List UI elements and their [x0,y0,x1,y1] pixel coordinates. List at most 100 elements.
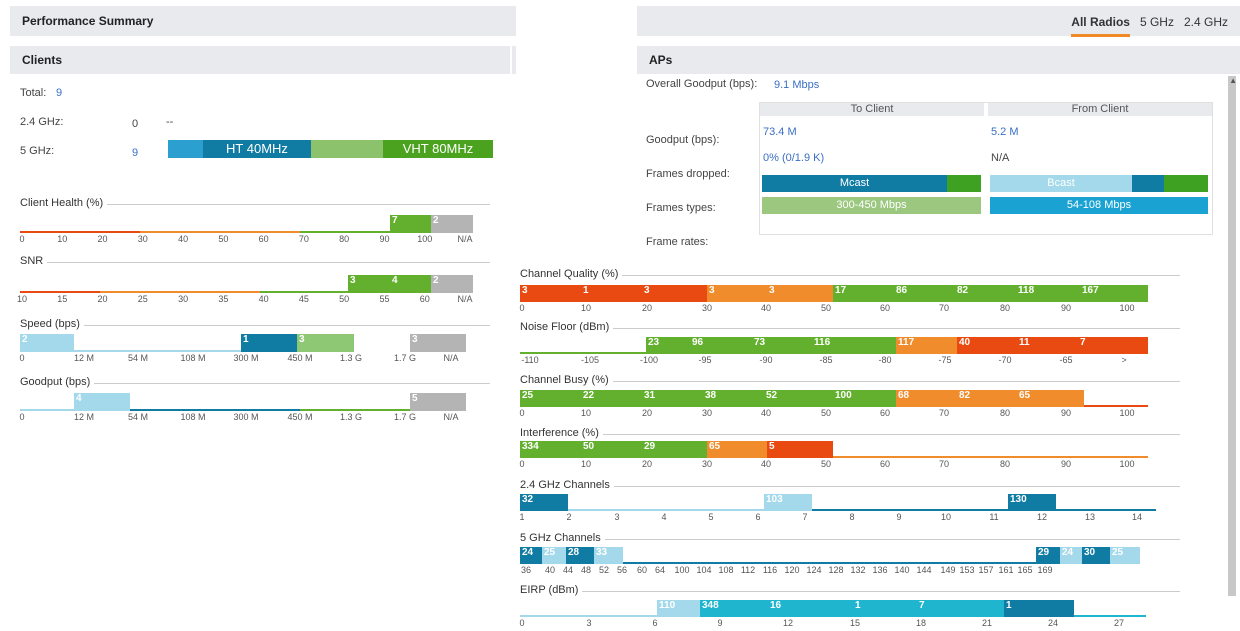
goodput-chart-segment[interactable]: 5 [410,393,466,411]
busy-chart-segment[interactable]: 82 [957,390,1017,407]
health-chart-baseline [140,231,300,233]
speed-chart-segment[interactable]: 2 [20,334,74,352]
busy-chart-segment[interactable]: 38 [703,390,764,407]
speed-chart-tick-label: 12 M [73,353,95,363]
speed-chart-tick-label: 1.7 G [393,353,417,363]
goodput-chart-segment[interactable]: 4 [74,393,130,411]
snr-chart-tick-label: 45 [298,294,309,304]
chq-chart-segment[interactable]: 3 [642,285,707,302]
noise-chart-segment[interactable]: 7 [1078,337,1148,354]
intf-chart-segment[interactable]: 50 [581,441,642,458]
ch5-chart-segment[interactable]: 33 [594,547,623,564]
frame-rate-from-bar[interactable]: 54-108 Mbps [990,197,1208,214]
vht80-segment[interactable]: VHT 80MHz [383,140,493,158]
eirp-chart-segment[interactable]: 16 [768,600,853,617]
intf-chart-tick-label: 60 [879,459,891,469]
tab-all-radios[interactable]: All Radios [1071,15,1130,37]
busy-chart-segment[interactable]: 100 [833,390,896,407]
overall-goodput-value[interactable]: 9.1 Mbps [774,79,819,91]
eirp-chart-segment[interactable]: 110 [657,600,700,617]
tab-24ghz[interactable]: 2.4 GHz [1184,15,1228,37]
ch5-chart-segment[interactable]: 30 [1082,547,1110,564]
chq-chart-segment[interactable]: 118 [1016,285,1080,302]
noise-chart-segment[interactable]: 116 [812,337,896,354]
eirp-chart-segment[interactable]: 1 [1004,600,1074,617]
chq-chart-segment[interactable]: 3 [520,285,581,302]
tab-5ghz[interactable]: 5 GHz [1140,15,1174,37]
ap-goodput-to[interactable]: 73.4 M [763,126,797,138]
snr-chart-segment[interactable]: 4 [390,275,431,293]
chq-chart-segment[interactable]: 3 [767,285,833,302]
chq-chart-segment[interactable]: 1 [581,285,642,302]
noise-chart-segment[interactable]: 23 [646,337,690,354]
ch5-chart-segment[interactable]: 25 [542,547,566,564]
ch5-chart-segment[interactable]: 25 [1110,547,1140,564]
busy-chart-segment[interactable]: 31 [642,390,703,407]
intf-chart-segment[interactable]: 5 [767,441,833,458]
chq-chart-segment[interactable]: 3 [707,285,767,302]
eirp-chart-segment[interactable]: 348 [700,600,768,617]
ht40-segment[interactable]: HT 40MHz [203,140,311,158]
speed-chart-segment[interactable]: 3 [297,334,354,352]
noise-chart-segment[interactable]: 73 [752,337,812,354]
frames-dropped-to[interactable]: 0% (0/1.9 K) [763,152,824,164]
chq-chart-tick-label: 70 [938,303,950,313]
chq-chart-segment[interactable]: 17 [833,285,894,302]
ap-goodput-label: Goodput (bps): [646,134,720,146]
health-chart-tick-label: 0 [19,234,25,244]
health-chart-segment[interactable]: 7 [390,215,431,233]
ap-goodput-from[interactable]: 5.2 M [991,126,1019,138]
scroll-up-arrow[interactable]: ▲ [1229,76,1237,85]
total-value[interactable]: 9 [56,87,62,99]
ch24-chart-tick-label: 2 [566,512,572,522]
snr-chart-segment[interactable]: 3 [348,275,390,293]
health-chart-tick-label: 30 [137,234,148,244]
busy-chart-segment[interactable]: 52 [764,390,833,407]
intf-chart-segment[interactable]: 65 [707,441,767,458]
ch5-chart-segment[interactable]: 24 [1060,547,1082,564]
busy-chart-segment[interactable]: 68 [896,390,957,407]
eirp-chart-title: EIRP (dBm) [520,584,583,596]
ch5-chart-segment[interactable]: 24 [520,547,542,564]
chq-chart-tick-label: 30 [701,303,713,313]
ch5-chart-segment[interactable]: 29 [1036,547,1060,564]
chq-chart-tick-label: 10 [580,303,592,313]
snr-chart-segment[interactable]: 2 [431,275,473,293]
noise-chart-tick-label: -70 [998,355,1012,365]
speed-chart-tick-label: 54 M [127,353,149,363]
snr-chart-rule [20,262,490,263]
bcast-segment[interactable]: Bcast [990,175,1132,192]
eirp-chart-segment[interactable]: 1 [853,600,917,617]
scrollbar[interactable] [1228,76,1236,596]
ch24-chart-segment[interactable]: 32 [520,494,568,511]
busy-chart-segment[interactable]: 25 [520,390,581,407]
eirp-chart-segment[interactable]: 7 [917,600,1004,617]
busy-chart-segment[interactable]: 65 [1017,390,1084,407]
ch5-chart-tick-label: 104 [696,565,712,575]
chq-chart-segment[interactable]: 167 [1080,285,1148,302]
ch24-chart-segment[interactable]: 103 [764,494,812,511]
frames-dropped-from: N/A [991,152,1010,164]
g5-value[interactable]: 9 [132,147,138,159]
frame-types-to-bar[interactable]: Mcast [762,175,981,192]
health-chart-segment[interactable]: 2 [431,215,473,233]
speed-chart-segment[interactable]: 1 [241,334,297,352]
g5-mode-bar[interactable]: HT 40MHz VHT 80MHz [168,140,493,158]
noise-chart-segment[interactable]: 117 [896,337,957,354]
speed-chart-segment[interactable]: 3 [410,334,466,352]
intf-chart-segment[interactable]: 334 [520,441,581,458]
mcast-segment[interactable]: Mcast [762,175,947,192]
frame-rate-to-bar[interactable]: 300-450 Mbps [762,197,981,214]
frame-types-from-bar[interactable]: Bcast [990,175,1208,192]
ch5-chart-segment[interactable]: 28 [566,547,594,564]
chq-chart-segment[interactable]: 82 [955,285,1016,302]
chq-chart-segment[interactable]: 86 [894,285,955,302]
noise-chart-segment[interactable]: 40 [957,337,1017,354]
snr-chart-tick-label: 50 [339,294,350,304]
noise-chart-segment[interactable]: 96 [690,337,752,354]
noise-chart-segment[interactable]: 11 [1017,337,1078,354]
busy-chart-segment[interactable]: 22 [581,390,642,407]
ch24-chart-segment[interactable]: 130 [1008,494,1056,511]
intf-chart-segment[interactable]: 29 [642,441,707,458]
snr-chart-baseline [20,291,100,293]
